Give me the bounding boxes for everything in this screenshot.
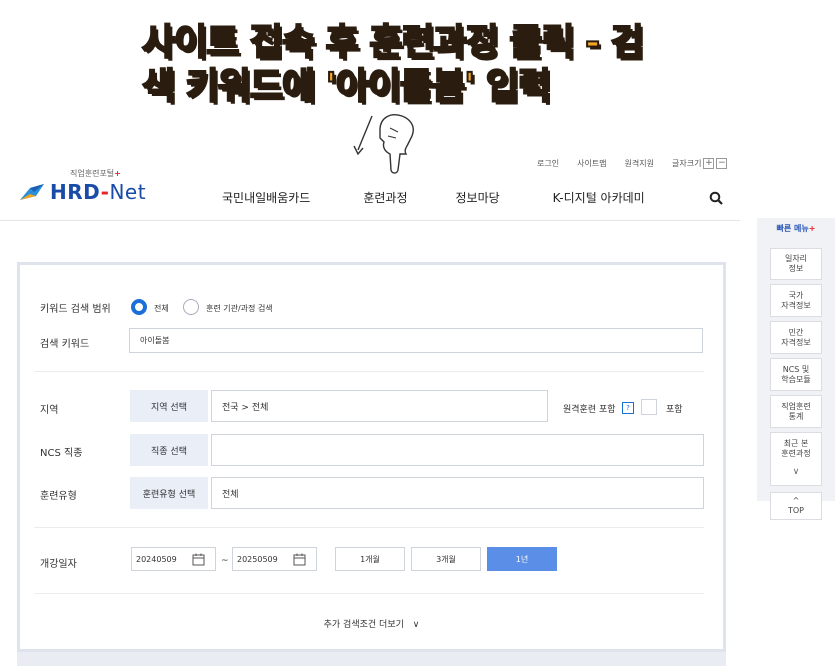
calendar-icon[interactable] bbox=[293, 553, 306, 566]
more-search-options-button[interactable]: 추가 검색조건 더보기 ∨ bbox=[20, 617, 723, 630]
logo-icon bbox=[20, 184, 44, 200]
logo-wordmark: HRD-Net bbox=[50, 180, 147, 204]
font-increase-button[interactable]: + bbox=[703, 158, 715, 169]
region-value-field[interactable]: 전국 > 전체 bbox=[211, 390, 548, 422]
main-navigation: 국민내일배움카드 훈련과정 정보마당 K-디지털 아카데미 bbox=[222, 189, 645, 206]
ncs-value-field[interactable] bbox=[211, 434, 704, 466]
quick-ncs-button[interactable]: NCS 및 학습모듈 bbox=[770, 358, 822, 391]
training-type-label: 훈련유형 bbox=[40, 491, 77, 502]
caption-line-2: 색 키워드에 '아이돌봄' 입력 bbox=[141, 65, 552, 108]
nav-item-training-courses[interactable]: 훈련과정 bbox=[363, 189, 407, 206]
quick-jobs-button[interactable]: 일자리 정보 bbox=[770, 248, 822, 280]
scope-institution-label: 훈련 기관/과정 검색 bbox=[206, 304, 273, 313]
sitemap-link[interactable]: 사이트맵 bbox=[577, 158, 606, 169]
include-label: 포함 bbox=[666, 405, 683, 415]
date-range-tilde: ~ bbox=[221, 556, 229, 566]
period-1year-button[interactable]: 1년 bbox=[487, 547, 557, 571]
caption-line-1: 사이트 접속 후 훈련과정 클릭 - 검 bbox=[141, 21, 645, 64]
date-start-input[interactable]: 20240509 bbox=[131, 547, 216, 571]
quick-private-cert-button[interactable]: 민간 자격정보 bbox=[770, 321, 822, 354]
results-strip bbox=[17, 652, 726, 666]
remote-training-label: 원격훈련 포함 bbox=[563, 405, 616, 415]
help-icon[interactable]: ? bbox=[622, 402, 634, 414]
keyword-scope-label: 키워드 검색 범위 bbox=[40, 304, 111, 315]
calendar-icon[interactable] bbox=[192, 553, 205, 566]
section-divider bbox=[34, 593, 704, 594]
ncs-label: NCS 직종 bbox=[40, 448, 83, 459]
quick-stats-button[interactable]: 직업훈련 통계 bbox=[770, 395, 822, 428]
quick-menu-title: 빠른 메뉴+ bbox=[776, 224, 816, 233]
quick-menu: 빠른 메뉴+ 일자리 정보 국가 자격정보 민간 자격정보 NCS 및 학습모듈 직업훈… bbox=[757, 218, 835, 520]
section-divider bbox=[34, 371, 704, 372]
header-divider bbox=[0, 220, 740, 221]
scope-all-radio[interactable] bbox=[131, 299, 147, 315]
utility-links: 로그인 사이트맵 원격지원 글자크기 + − bbox=[537, 158, 728, 169]
remote-support-link[interactable]: 원격지원 bbox=[625, 158, 654, 169]
logo-subtitle: 직업훈련포털+ bbox=[70, 169, 121, 178]
search-icon[interactable] bbox=[709, 191, 723, 205]
quick-recent-courses-button[interactable]: 최근 본 훈련과정 ∨ bbox=[770, 432, 822, 486]
scroll-top-button[interactable]: ^ TOP bbox=[770, 492, 822, 520]
login-link[interactable]: 로그인 bbox=[537, 158, 559, 169]
chevron-down-icon: ∨ bbox=[792, 467, 800, 477]
scope-all-label: 전체 bbox=[154, 304, 169, 313]
nav-item-k-digital[interactable]: K-디지털 아카데미 bbox=[553, 189, 645, 206]
training-type-button[interactable]: 훈련유형 선택 bbox=[130, 477, 208, 509]
start-date-label: 개강일자 bbox=[40, 559, 77, 570]
tutorial-caption: 사이트 접속 후 훈련과정 클릭 - 검 색 키워드에 '아이돌봄' 입력 bbox=[141, 21, 662, 108]
remote-include-checkbox[interactable] bbox=[641, 399, 657, 415]
period-3month-button[interactable]: 3개월 bbox=[411, 547, 481, 571]
quick-national-cert-button[interactable]: 국가 자격정보 bbox=[770, 284, 822, 317]
scope-institution-radio[interactable] bbox=[183, 299, 199, 315]
site-logo[interactable]: 직업훈련포털+ HRD-Net bbox=[18, 169, 147, 204]
course-search-form: 키워드 검색 범위 전체 훈련 기관/과정 검색 검색 키워드 아이돌봄 지역 … bbox=[17, 262, 726, 652]
keyword-label: 검색 키워드 bbox=[40, 339, 90, 350]
chevron-up-icon: ^ bbox=[792, 496, 800, 505]
region-label: 지역 bbox=[40, 405, 59, 416]
period-1month-button[interactable]: 1개월 bbox=[335, 547, 405, 571]
training-type-field[interactable]: 전체 bbox=[211, 477, 704, 509]
region-select-button[interactable]: 지역 선택 bbox=[130, 390, 208, 422]
font-decrease-button[interactable]: − bbox=[716, 158, 728, 169]
ncs-select-button[interactable]: 직종 선택 bbox=[130, 434, 208, 466]
nav-item-learning-card[interactable]: 국민내일배움카드 bbox=[222, 189, 310, 206]
keyword-input[interactable]: 아이돌봄 bbox=[129, 328, 703, 353]
nav-item-info[interactable]: 정보마당 bbox=[456, 189, 500, 206]
date-end-input[interactable]: 20250509 bbox=[232, 547, 317, 571]
font-size-control: 글자크기 + − bbox=[672, 158, 728, 169]
font-size-label: 글자크기 bbox=[672, 159, 702, 168]
hand-pointer-icon bbox=[353, 114, 414, 174]
chevron-down-icon: ∨ bbox=[412, 620, 420, 630]
section-divider bbox=[34, 527, 704, 528]
